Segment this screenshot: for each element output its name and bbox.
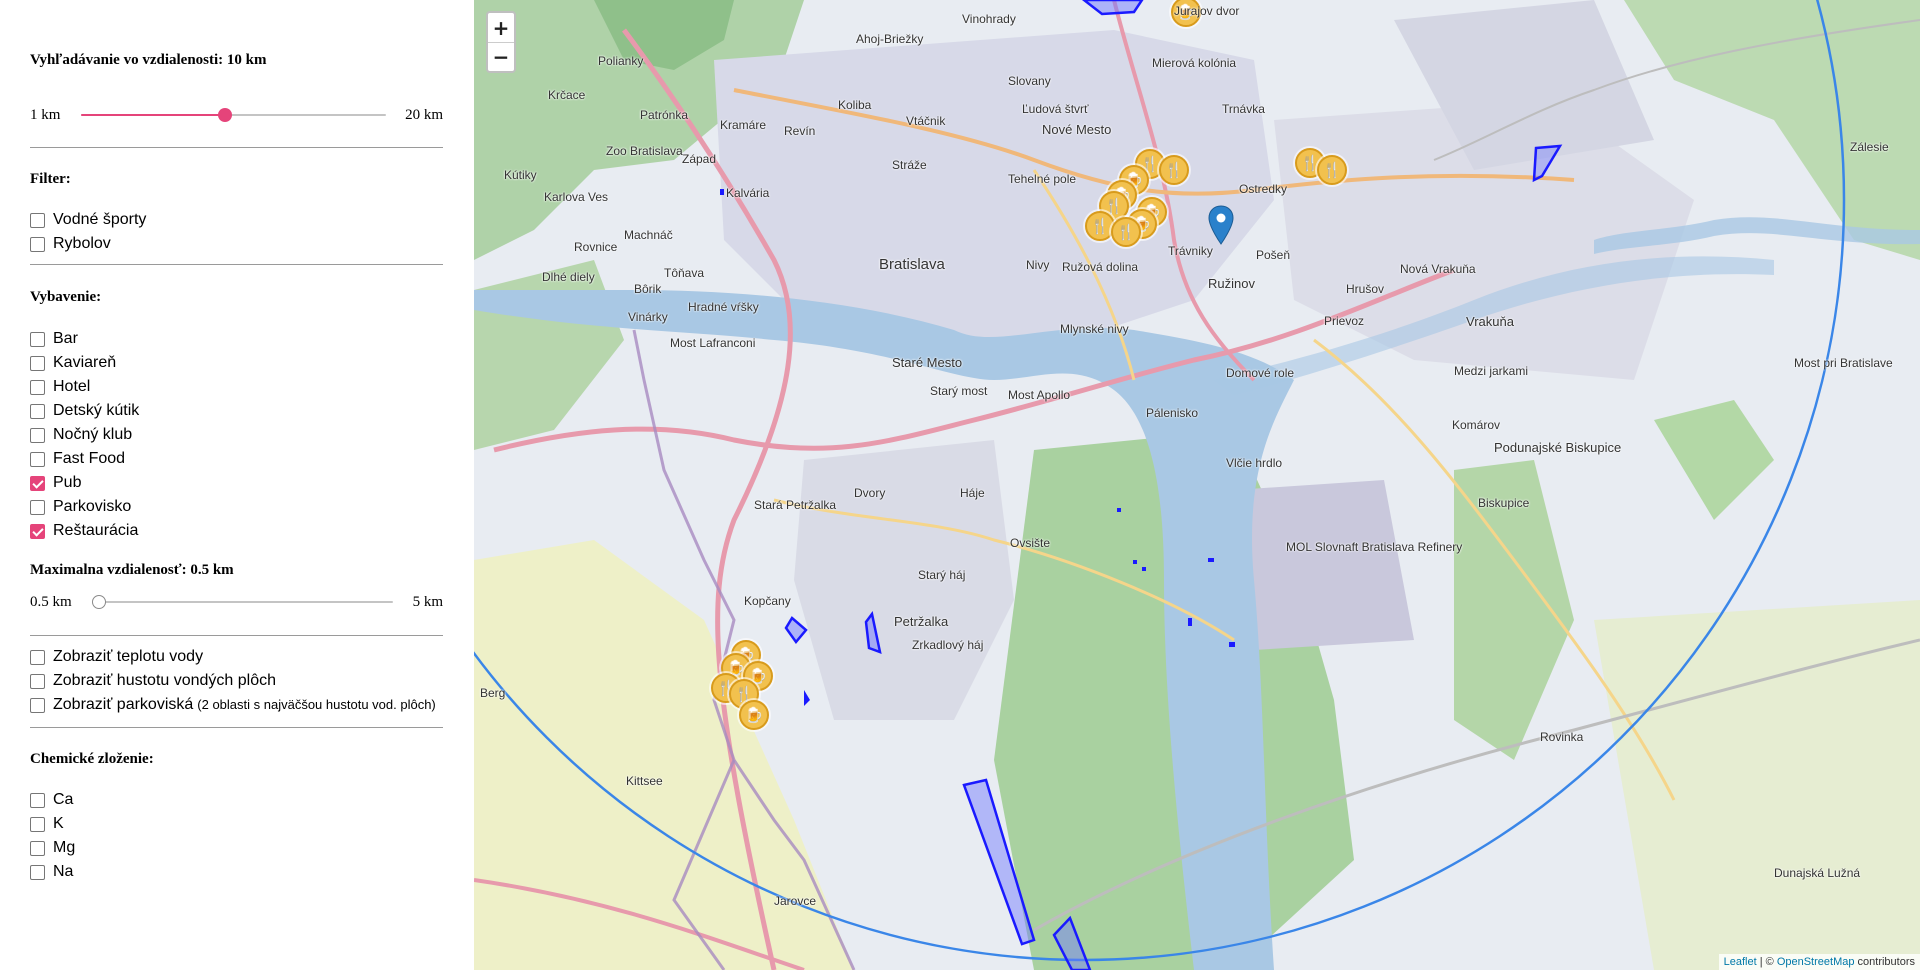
checkbox-label: Parkovisko xyxy=(53,498,132,515)
checkbox-label: Pub xyxy=(53,474,82,491)
checkbox-label: Zobraziť teplotu vody xyxy=(53,648,204,665)
leaflet-link[interactable]: Leaflet xyxy=(1724,956,1757,968)
checkbox-note: (2 oblasti s najväčšou hustotu vod. plôc… xyxy=(197,697,436,712)
checkbox[interactable] xyxy=(30,649,45,665)
attribution-suffix: contributors xyxy=(1854,956,1915,968)
equipment-detsky-kutik[interactable]: Detský kútik xyxy=(30,401,139,421)
filter-heading: Filter: xyxy=(30,171,71,187)
checkbox[interactable] xyxy=(30,523,45,539)
restaurant-icon: 🍴 xyxy=(1164,162,1184,179)
checkbox-label: Kaviareň xyxy=(53,354,117,371)
checkbox[interactable] xyxy=(30,212,45,228)
checkbox[interactable] xyxy=(30,673,45,689)
checkbox-label: K xyxy=(53,815,64,832)
restaurant-marker[interactable]: 🍴 xyxy=(1159,155,1189,185)
zoom-out-button[interactable]: − xyxy=(488,42,514,71)
checkbox-label: Na xyxy=(53,863,74,880)
distance-range-min-label: 0.5 km xyxy=(30,594,72,610)
max-distance-slider-row: 0.5 km 5 km xyxy=(30,591,443,613)
zoom-in-button[interactable]: + xyxy=(488,13,514,42)
restaurant-icon: 🍴 xyxy=(1322,162,1342,179)
equipment-pub[interactable]: Pub xyxy=(30,473,81,493)
max-distance-heading: Maximalna vzdialenosť: 0.5 km xyxy=(30,562,234,578)
checkbox[interactable] xyxy=(30,499,45,515)
search-distance-slider-thumb[interactable] xyxy=(218,108,233,122)
search-distance-slider[interactable] xyxy=(81,108,386,122)
equipment-fast-food[interactable]: Fast Food xyxy=(30,449,125,469)
checkbox-label: Hotel xyxy=(53,378,91,395)
checkbox[interactable] xyxy=(30,427,45,443)
checkbox[interactable] xyxy=(30,475,45,491)
toggle-water-density[interactable]: Zobraziť hustotu vondých plôch xyxy=(30,671,276,691)
checkbox-label: Mg xyxy=(53,839,76,856)
map-attribution: Leaflet | © OpenStreetMap contributors xyxy=(1718,954,1920,970)
divider xyxy=(30,635,443,636)
equipment-kaviaren[interactable]: Kaviareň xyxy=(30,353,116,373)
map[interactable]: 🍺 🍴 🍴 🍺 🍺 🍴 🍺 🍺 🍴 🍴 🍴 🍴 🍺 🍺 🍺 🍴 🍴 🍺 Brat… xyxy=(474,0,1920,970)
restaurant-marker[interactable]: 🍴 xyxy=(1085,211,1115,241)
checkbox[interactable] xyxy=(30,379,45,395)
pub-marker[interactable]: 🍺 xyxy=(739,700,769,730)
checkbox[interactable] xyxy=(30,355,45,371)
zoom-control: + − xyxy=(486,11,516,73)
pub-icon: 🍺 xyxy=(1176,4,1196,21)
search-distance-heading: Vyhľadávanie vo vzdialenosti: 10 km xyxy=(30,52,267,68)
filter-rybolov[interactable]: Rybolov xyxy=(30,234,111,254)
chem-na[interactable]: Na xyxy=(30,862,73,882)
max-distance-slider-thumb[interactable] xyxy=(92,595,106,609)
checkbox[interactable] xyxy=(30,864,45,880)
map-tiles xyxy=(474,0,1920,970)
search-distance-slider-row: 1 km 20 km xyxy=(30,104,443,126)
equipment-nocny-klub[interactable]: Nočný klub xyxy=(30,425,132,445)
equipment-hotel[interactable]: Hotel xyxy=(30,377,90,397)
search-distance-slider-fill xyxy=(81,114,226,116)
distance-range-max-label: 5 km xyxy=(412,594,443,610)
checkbox-label: Bar xyxy=(53,330,78,347)
search-range-max-label: 20 km xyxy=(405,107,443,123)
search-range-min-label: 1 km xyxy=(30,107,61,123)
equipment-heading: Vybavenie: xyxy=(30,289,102,305)
equipment-restauracia[interactable]: Reštaurácia xyxy=(30,521,138,541)
checkbox[interactable] xyxy=(30,236,45,252)
restaurant-marker[interactable]: 🍴 xyxy=(1317,155,1347,185)
pub-icon: 🍺 xyxy=(744,707,764,724)
checkbox[interactable] xyxy=(30,697,45,713)
restaurant-marker[interactable]: 🍴 xyxy=(1111,217,1141,247)
max-distance-slider[interactable] xyxy=(92,595,393,609)
chem-ca[interactable]: Ca xyxy=(30,790,73,810)
checkbox[interactable] xyxy=(30,403,45,419)
checkbox[interactable] xyxy=(30,331,45,347)
equipment-bar[interactable]: Bar xyxy=(30,329,78,349)
checkbox-label: Detský kútik xyxy=(53,402,140,419)
filter-vodne-sporty[interactable]: Vodné športy xyxy=(30,210,146,230)
checkbox[interactable] xyxy=(30,840,45,856)
restaurant-icon: 🍴 xyxy=(1116,224,1136,241)
checkbox-label: Zobraziť hustotu vondých plôch xyxy=(53,672,277,689)
toggle-parking[interactable]: Zobraziť parkoviská (2 oblasti s najväčš… xyxy=(30,695,436,715)
checkbox-label: Nočný klub xyxy=(53,426,133,443)
checkbox-label: Fast Food xyxy=(53,450,126,467)
sidebar: Vyhľadávanie vo vzdialenosti: 10 km 1 km… xyxy=(0,0,474,970)
chem-mg[interactable]: Mg xyxy=(30,838,75,858)
checkbox-label: Vodné športy xyxy=(53,211,147,228)
osm-link[interactable]: OpenStreetMap xyxy=(1777,956,1855,968)
checkbox[interactable] xyxy=(30,451,45,467)
equipment-parkovisko[interactable]: Parkovisko xyxy=(30,497,131,517)
divider xyxy=(30,147,443,148)
checkbox[interactable] xyxy=(30,816,45,832)
divider xyxy=(30,727,443,728)
checkbox-label: Zobraziť parkoviská xyxy=(53,696,194,713)
restaurant-icon: 🍴 xyxy=(1090,218,1110,235)
checkbox-label: Reštaurácia xyxy=(53,522,139,539)
toggle-water-temperature[interactable]: Zobraziť teplotu vody xyxy=(30,647,203,667)
divider xyxy=(30,264,443,265)
location-pin-icon[interactable] xyxy=(1208,205,1234,245)
checkbox-label: Ca xyxy=(53,791,74,808)
chem-k[interactable]: K xyxy=(30,814,64,834)
chemical-heading: Chemické zloženie: xyxy=(30,751,154,767)
attribution-separator: | © xyxy=(1756,956,1777,968)
checkbox-label: Rybolov xyxy=(53,235,111,252)
checkbox[interactable] xyxy=(30,792,45,808)
